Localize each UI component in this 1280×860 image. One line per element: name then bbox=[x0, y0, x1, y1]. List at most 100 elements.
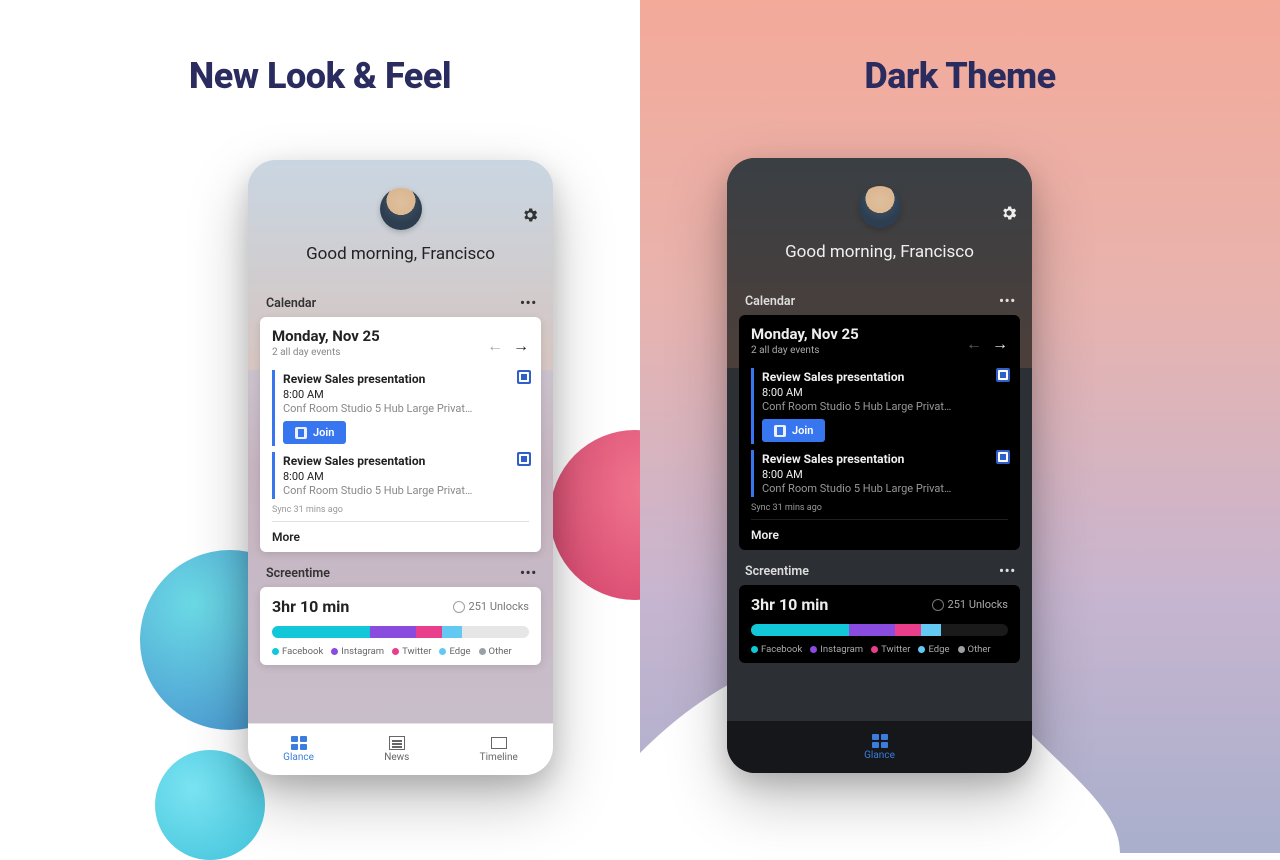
calendar-overflow-button[interactable]: ••• bbox=[999, 294, 1016, 309]
screentime-overflow-button[interactable]: ••• bbox=[999, 564, 1016, 579]
fingerprint-icon bbox=[453, 601, 465, 613]
calendar-event[interactable]: Review Sales presentation 8:00 AM Conf R… bbox=[272, 452, 529, 499]
outlook-icon bbox=[996, 368, 1010, 382]
calendar-next-button[interactable]: → bbox=[513, 336, 529, 356]
legend-item: Facebook bbox=[751, 644, 802, 655]
timeline-icon bbox=[491, 736, 507, 750]
screentime-segment bbox=[370, 626, 416, 638]
legend-dot-icon bbox=[392, 648, 399, 655]
settings-button[interactable] bbox=[521, 206, 539, 224]
nav-label: News bbox=[384, 752, 409, 763]
legend-item: Instagram bbox=[331, 646, 384, 657]
greeting: Good morning, Francisco bbox=[785, 242, 974, 262]
screentime-total: 3hr 10 min bbox=[751, 595, 828, 614]
legend-label: Edge bbox=[449, 646, 470, 657]
settings-button[interactable] bbox=[1000, 204, 1018, 222]
outlook-icon bbox=[517, 452, 531, 466]
news-icon bbox=[389, 736, 405, 750]
legend-dot-icon bbox=[331, 648, 338, 655]
legend-item: Twitter bbox=[392, 646, 431, 657]
legend-label: Other bbox=[968, 644, 991, 655]
legend-dot-icon bbox=[871, 646, 878, 653]
calendar-prev-button[interactable]: ← bbox=[966, 334, 982, 354]
legend-dot-icon bbox=[272, 648, 279, 655]
legend-dot-icon bbox=[918, 646, 925, 653]
screentime-segment bbox=[416, 626, 442, 638]
legend-dot-icon bbox=[810, 646, 817, 653]
calendar-next-button[interactable]: → bbox=[992, 334, 1008, 354]
unlocks-label: 251 Unlocks bbox=[948, 598, 1008, 611]
sync-status: Sync 31 mins ago bbox=[272, 505, 529, 515]
avatar[interactable] bbox=[380, 188, 422, 230]
legend-dot-icon bbox=[751, 646, 758, 653]
screentime-bar bbox=[272, 626, 529, 638]
screentime-card: 3hr 10 min 251 Unlocks Facebook Instagram… bbox=[260, 587, 541, 665]
screentime-segment bbox=[849, 624, 895, 636]
sync-status: Sync 31 mins ago bbox=[751, 503, 1008, 513]
calendar-section-title: Calendar bbox=[745, 294, 795, 309]
screentime-total: 3hr 10 min bbox=[272, 597, 349, 616]
calendar-event[interactable]: Review Sales presentation 8:00 AM Conf R… bbox=[751, 450, 1008, 497]
fingerprint-icon bbox=[932, 599, 944, 611]
unlocks-label: 251 Unlocks bbox=[469, 600, 529, 613]
teams-icon bbox=[774, 425, 786, 437]
nav-glance[interactable]: Glance bbox=[864, 734, 895, 761]
headline-left: New Look & Feel bbox=[0, 55, 640, 97]
event-location: Conf Room Studio 5 Hub Large Privat… bbox=[762, 482, 982, 495]
phone-light: 12:30 Good morning, Francisco Calendar •… bbox=[248, 160, 553, 775]
legend-label: Facebook bbox=[282, 646, 323, 657]
headline-right: Dark Theme bbox=[640, 55, 1280, 97]
event-title: Review Sales presentation bbox=[283, 372, 529, 386]
screentime-unlocks: 251 Unlocks bbox=[453, 600, 529, 613]
avatar[interactable] bbox=[859, 186, 901, 228]
screentime-unlocks: 251 Unlocks bbox=[932, 598, 1008, 611]
bottom-nav: Glance bbox=[727, 721, 1032, 773]
nav-label: Glance bbox=[864, 750, 895, 761]
nav-news[interactable]: News bbox=[384, 736, 409, 763]
join-button[interactable]: Join bbox=[283, 421, 346, 444]
join-button[interactable]: Join bbox=[762, 419, 825, 442]
screentime-segment bbox=[921, 624, 942, 636]
event-title: Review Sales presentation bbox=[283, 454, 529, 468]
greeting: Good morning, Francisco bbox=[306, 244, 495, 264]
event-title: Review Sales presentation bbox=[762, 452, 1008, 466]
join-label: Join bbox=[313, 426, 334, 439]
calendar-more-button[interactable]: More bbox=[751, 519, 1008, 542]
outlook-icon bbox=[996, 450, 1010, 464]
nav-label: Timeline bbox=[480, 752, 518, 763]
calendar-event[interactable]: Review Sales presentation 8:00 AM Conf R… bbox=[751, 368, 1008, 444]
legend-item: Other bbox=[958, 644, 991, 655]
calendar-card: Monday, Nov 25 2 all day events ← → Revi… bbox=[260, 317, 541, 552]
event-time: 8:00 AM bbox=[283, 470, 529, 483]
legend-item: Other bbox=[479, 646, 512, 657]
event-location: Conf Room Studio 5 Hub Large Privat… bbox=[283, 402, 503, 415]
glance-icon bbox=[872, 734, 888, 748]
event-location: Conf Room Studio 5 Hub Large Privat… bbox=[283, 484, 503, 497]
legend-item: Instagram bbox=[810, 644, 863, 655]
event-title: Review Sales presentation bbox=[762, 370, 1008, 384]
event-time: 8:00 AM bbox=[762, 468, 1008, 481]
calendar-prev-button[interactable]: ← bbox=[487, 336, 503, 356]
screentime-section-title: Screentime bbox=[745, 564, 809, 579]
bottom-nav: Glance News Timeline bbox=[248, 723, 553, 775]
legend-label: Instagram bbox=[341, 646, 384, 657]
legend-label: Instagram bbox=[820, 644, 863, 655]
join-label: Join bbox=[792, 424, 813, 437]
teams-icon bbox=[295, 427, 307, 439]
legend-label: Twitter bbox=[881, 644, 910, 655]
calendar-overflow-button[interactable]: ••• bbox=[520, 296, 537, 311]
calendar-date: Monday, Nov 25 bbox=[272, 327, 380, 345]
legend-item: Facebook bbox=[272, 646, 323, 657]
screentime-segment bbox=[895, 624, 921, 636]
screentime-legend: FacebookInstagramTwitterEdgeOther bbox=[751, 644, 1008, 655]
legend-dot-icon bbox=[479, 648, 486, 655]
calendar-event[interactable]: Review Sales presentation 8:00 AM Conf R… bbox=[272, 370, 529, 446]
nav-timeline[interactable]: Timeline bbox=[480, 736, 518, 763]
screentime-overflow-button[interactable]: ••• bbox=[520, 566, 537, 581]
nav-glance[interactable]: Glance bbox=[283, 736, 314, 763]
screentime-legend: Facebook Instagram Twitter Edge Other bbox=[272, 646, 529, 657]
event-time: 8:00 AM bbox=[762, 386, 1008, 399]
calendar-more-button[interactable]: More bbox=[272, 521, 529, 544]
calendar-card: Monday, Nov 25 2 all day events ← → Revi… bbox=[739, 315, 1020, 550]
nav-label: Glance bbox=[283, 752, 314, 763]
